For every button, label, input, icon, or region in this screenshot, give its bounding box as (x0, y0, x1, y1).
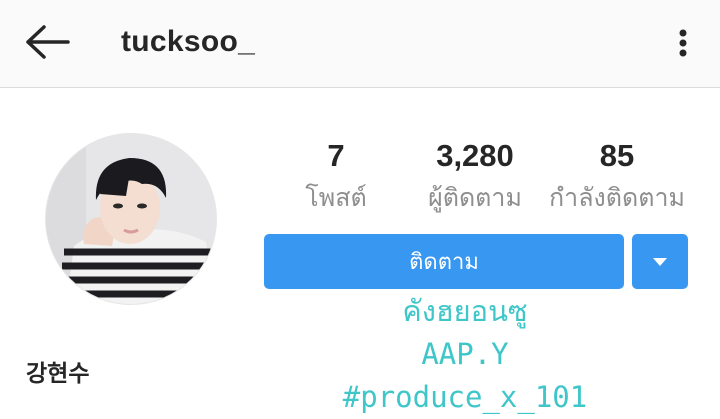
followers-count: 3,280 (436, 138, 514, 173)
more-options-icon[interactable] (670, 20, 696, 66)
triangle-down-icon (653, 257, 667, 266)
posts-count: 7 (327, 138, 345, 173)
bio-line[interactable]: #produce_x_101 (310, 376, 620, 419)
follow-button[interactable]: ติดตาม (264, 234, 624, 289)
following-count: 85 (599, 138, 635, 173)
profile-bio: คังฮยอนซู AAP.Y #produce_x_101 (310, 290, 620, 419)
profile-username: tucksoo_ (121, 25, 256, 58)
bio-line: คังฮยอนซู (402, 294, 528, 328)
posts-label: โพสต์ (305, 183, 367, 212)
followers-stat[interactable]: 3,280 ผู้ติดตาม (408, 138, 542, 214)
following-stat[interactable]: 85 กำลังติดตาม (543, 138, 691, 214)
followers-label: ผู้ติดตาม (428, 183, 522, 212)
following-label: กำลังติดตาม (549, 183, 685, 212)
profile-full-name: 강현수 (26, 361, 90, 387)
avatar[interactable] (45, 133, 217, 305)
bio-line: AAP.Y (421, 337, 509, 371)
back-arrow-icon[interactable] (22, 22, 72, 62)
posts-stat[interactable]: 7 โพสต์ (296, 138, 376, 214)
profile-photo (46, 134, 216, 304)
top-navigation-bar: tucksoo_ (0, 0, 720, 88)
suggested-accounts-dropdown-button[interactable] (632, 234, 688, 289)
